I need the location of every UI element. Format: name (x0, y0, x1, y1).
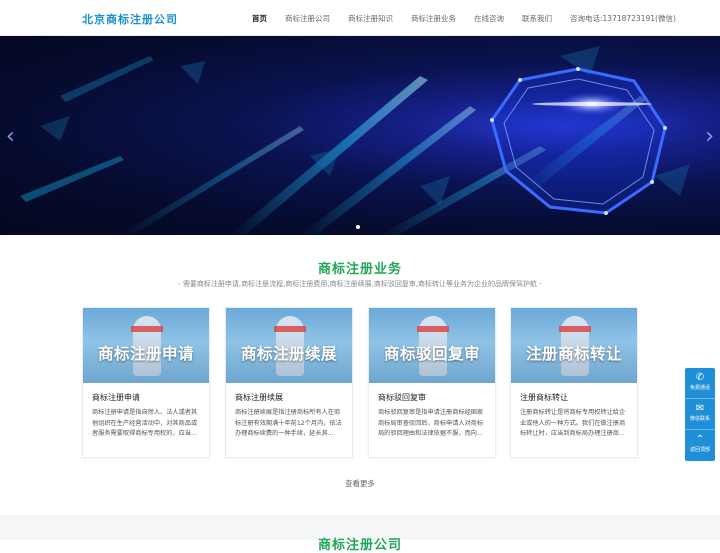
card-text: 商标驳回复审是指申请注册商标经国家商标局审查驳回后，商标申请人对商标局的驳回理由… (378, 409, 484, 437)
card-title[interactable]: 商标驳回复审 (378, 392, 426, 403)
chevron-up-icon: ⌃ (695, 434, 705, 445)
carousel-dot[interactable] (356, 225, 360, 229)
back-to-top-label: 返回顶部 (689, 447, 710, 453)
next-section-title: 商标注册公司 (317, 538, 402, 553)
services-title: 商标注册业务 (317, 262, 402, 277)
card-image: 商标注册申请 (83, 308, 209, 383)
wechat-button[interactable]: ✉ 微信联系 (685, 399, 715, 430)
card-image: 商标驳回复审 (369, 308, 495, 383)
card-text: 商标注册续展是指注册商标所有人在商标注册有效期满十年前12个月内，依法办理商标续… (235, 409, 342, 437)
free-call-button[interactable]: ✆ 免费通话 (685, 368, 715, 399)
main-nav: 首页 商标注册公司 商标注册知识 商标注册业务 在线咨询 联系我们 咨询电话:1… (252, 0, 676, 36)
card-text: 商标注册申请是指自然人、法人或者其他组织在生产经营活动中，对其商品或者服务需要取… (92, 409, 198, 437)
tech-ring (490, 67, 667, 215)
wechat-label: 微信联系 (689, 416, 710, 422)
view-more-link[interactable]: 查看更多 (0, 478, 720, 489)
consult-phone: 咨询电话:13718723191(微信) (570, 13, 676, 23)
nav-home[interactable]: 首页 (252, 13, 267, 24)
service-card[interactable]: 商标注册续展 商标注册续展 商标注册续展是指注册商标所有人在商标注册有效期满十年… (225, 307, 353, 458)
free-call-label: 免费通话 (689, 385, 710, 391)
nav-consult[interactable]: 在线咨询 (474, 13, 504, 24)
nav-business[interactable]: 商标注册业务 (411, 13, 456, 24)
chevron-left-icon[interactable]: ‹ (6, 124, 15, 149)
service-card[interactable]: 商标驳回复审 商标驳回复审 商标驳回复审是指申请注册商标经国家商标局审查驳回后，… (368, 307, 496, 458)
nav-contact[interactable]: 联系我们 (522, 13, 552, 24)
card-text: 注册商标转让是将商标专用权转让给企业或他人的一种方式。我们在做注册商标转让时，应… (520, 409, 626, 437)
service-card[interactable]: 注册商标转让 注册商标转让 注册商标转让是将商标专用权转让给企业或他人的一种方式… (510, 307, 638, 458)
carousel-dots (356, 225, 360, 229)
card-image: 商标注册续展 (226, 308, 352, 383)
card-image-caption: 商标注册申请 (97, 345, 194, 363)
hero-banner[interactable]: ‹ › (0, 36, 720, 235)
floating-sidebar: ✆ 免费通话 ✉ 微信联系 ⌃ 返回顶部 (685, 368, 715, 461)
wechat-icon: ✉ (695, 403, 705, 414)
card-image: 注册商标转让 (511, 308, 637, 383)
card-title[interactable]: 商标注册续展 (235, 392, 283, 403)
card-title[interactable]: 商标注册申请 (92, 392, 140, 403)
nav-company[interactable]: 商标注册公司 (285, 13, 330, 24)
card-image-caption: 注册商标转让 (525, 345, 622, 363)
banner-graphic (20, 46, 690, 235)
phone-icon: ✆ (695, 372, 705, 383)
card-image-caption: 商标驳回复审 (383, 345, 480, 363)
nav-knowledge[interactable]: 商标注册知识 (348, 13, 393, 24)
site-header: 北京商标注册公司 首页 商标注册公司 商标注册知识 商标注册业务 在线咨询 联系… (0, 0, 720, 36)
service-card[interactable]: 商标注册申请 商标注册申请 商标注册申请是指自然人、法人或者其他组织在生产经营活… (82, 307, 210, 458)
chevron-right-icon[interactable]: › (705, 124, 714, 149)
back-to-top-button[interactable]: ⌃ 返回顶部 (685, 430, 715, 461)
site-logo[interactable]: 北京商标注册公司 (82, 11, 178, 27)
services-subtitle: - 需要商标注册申请,商标注册流程,商标注册费用,商标注册续展,商标驳回复审,商… (178, 280, 542, 288)
card-image-caption: 商标注册续展 (240, 345, 337, 363)
card-title[interactable]: 注册商标转让 (520, 392, 568, 403)
